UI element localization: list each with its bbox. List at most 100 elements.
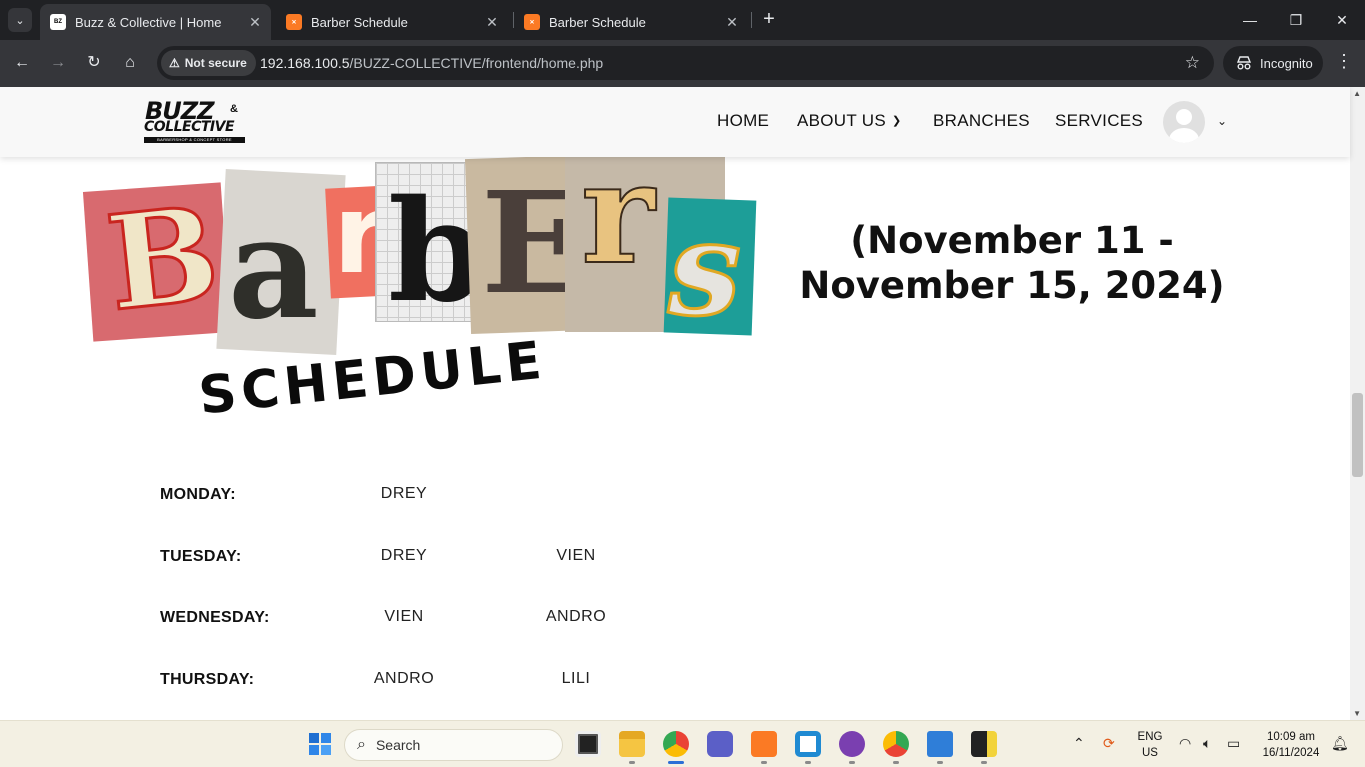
chrome-profile-icon[interactable] xyxy=(883,731,909,757)
url-text[interactable]: 192.168.100.5/BUZZ-COLLECTIVE/frontend/h… xyxy=(260,55,603,71)
url-path: /BUZZ-COLLECTIVE/frontend/home.php xyxy=(349,55,604,71)
user-avatar[interactable] xyxy=(1163,101,1205,143)
avatar-body xyxy=(1169,128,1199,143)
address-bar[interactable]: ⚠ Not secure 192.168.100.5/BUZZ-COLLECTI… xyxy=(157,46,1214,80)
schedule-row-monday: MONDAY: DREY xyxy=(0,485,800,515)
forward-arrow-icon[interactable]: → xyxy=(46,51,70,75)
nav-home[interactable]: HOME xyxy=(717,111,769,131)
barber-name: VIEN xyxy=(556,547,596,564)
security-label: Not secure xyxy=(184,56,247,70)
reload-icon[interactable]: ↻ xyxy=(82,51,106,75)
incognito-icon xyxy=(1236,56,1252,70)
clock-date: 16/11/2024 xyxy=(1262,747,1320,759)
taskbar-search[interactable]: ⌕ Search xyxy=(344,729,563,761)
barber-name: DREY xyxy=(380,485,428,502)
running-indicator xyxy=(937,761,943,764)
nav-about-us[interactable]: ABOUT US ❯ xyxy=(797,111,902,131)
sync-icon[interactable]: ⟳ xyxy=(1103,735,1115,752)
page-viewport: BUZZ & COLLECTIVE BARBERSHOP & CONCEPT S… xyxy=(0,87,1365,720)
more-menu-icon[interactable]: ⋮ xyxy=(1334,51,1354,72)
restore-icon[interactable]: ❐ xyxy=(1284,8,1308,32)
github-desktop-icon[interactable] xyxy=(839,731,865,757)
language-indicator[interactable]: ENG US xyxy=(1135,729,1165,761)
schedule-row-tuesday: TUESDAY: DREY VIEN xyxy=(0,547,800,577)
logo-amp: & xyxy=(230,103,238,115)
xampp-icon[interactable] xyxy=(751,731,777,757)
home-icon[interactable]: ⌂ xyxy=(118,51,142,75)
barber-name: DREY xyxy=(380,547,428,564)
collage-letter-b: B xyxy=(99,175,227,342)
clock-time: 10:09 am xyxy=(1267,731,1315,743)
search-icon: ⌕ xyxy=(357,736,366,753)
minimize-icon[interactable]: ― xyxy=(1238,8,1262,32)
url-host: 192.168.100.5 xyxy=(260,55,350,71)
close-icon[interactable]: ✕ xyxy=(482,14,502,31)
file-explorer-icon[interactable] xyxy=(619,731,645,757)
chrome-icon[interactable] xyxy=(663,731,689,757)
page-scrollbar[interactable]: ▲ ▼ xyxy=(1350,87,1365,720)
chevron-down-icon: ❯ xyxy=(892,115,902,127)
chevron-down-icon[interactable]: ⌄ xyxy=(1217,114,1227,128)
barber-name: VIEN xyxy=(384,608,424,625)
schedule-date-range: (November 11 - November 15, 2024) xyxy=(782,218,1242,308)
language-line2: US xyxy=(1142,747,1158,759)
clock[interactable]: 10:09 am 16/11/2024 xyxy=(1255,729,1327,761)
date-range-line2: November 15, 2024) xyxy=(799,264,1225,307)
scroll-down-arrow-icon[interactable]: ▼ xyxy=(1353,709,1361,718)
incognito-badge[interactable]: Incognito xyxy=(1223,46,1323,80)
language-line1: ENG xyxy=(1137,731,1163,743)
battery-icon[interactable]: ▭ xyxy=(1227,735,1240,752)
avatar-head xyxy=(1176,109,1192,125)
nav-branches[interactable]: BRANCHES xyxy=(933,111,1030,131)
nav-services[interactable]: SERVICES xyxy=(1055,111,1143,131)
barber-name: ANDRO xyxy=(545,608,607,625)
search-placeholder: Search xyxy=(375,737,421,753)
close-icon[interactable]: ✕ xyxy=(722,14,742,31)
tab-title: Barber Schedule xyxy=(311,14,408,30)
tab-buzz-home[interactable]: BZ Buzz & Collective | Home ✕ xyxy=(40,4,271,40)
running-indicator xyxy=(849,761,855,764)
barbers-schedule-collage: B a r b E r s SCHEDULE xyxy=(82,131,758,427)
tab-barber-schedule-2[interactable]: ✕ Barber Schedule ✕ xyxy=(514,4,748,40)
day-label: WEDNESDAY: xyxy=(160,609,270,626)
buzz-collective-logo[interactable]: BUZZ & COLLECTIVE BARBERSHOP & CONCEPT S… xyxy=(144,97,248,145)
back-arrow-icon[interactable]: ← xyxy=(10,51,34,75)
tab-divider xyxy=(751,12,752,28)
nav-about-label: ABOUT US xyxy=(797,111,886,130)
day-label: MONDAY: xyxy=(160,486,236,503)
barber-name: LILI xyxy=(561,670,591,687)
chevron-up-icon[interactable]: ⌃ xyxy=(1073,735,1085,752)
windows-taskbar: ⌕ Search ⌃ ⟳ ENG US ◠ 🔈︎ ▭ 10:09 am 16/1… xyxy=(0,720,1365,767)
schedule-row-wednesday: WEDNESDAY: VIEN ANDRO xyxy=(0,608,800,638)
scrollbar-thumb[interactable] xyxy=(1352,393,1363,477)
close-icon[interactable]: ✕ xyxy=(245,14,265,31)
window-close-icon[interactable]: ✕ xyxy=(1330,8,1354,32)
windows-start-icon[interactable] xyxy=(307,731,333,757)
browser-toolbar: ← → ↻ ⌂ ⚠ Not secure 192.168.100.5/BUZZ-… xyxy=(0,40,1365,87)
wifi-icon[interactable]: ◠ xyxy=(1179,735,1191,752)
volume-icon[interactable]: 🔈︎ xyxy=(1203,735,1211,752)
running-indicator xyxy=(761,761,767,764)
running-indicator xyxy=(629,761,635,764)
notepad-icon[interactable] xyxy=(927,731,953,757)
day-label: THURSDAY: xyxy=(160,671,255,688)
security-chip[interactable]: ⚠ Not secure xyxy=(161,50,256,76)
task-view-icon[interactable] xyxy=(575,731,601,757)
vscode-icon[interactable] xyxy=(795,731,821,757)
day-label: TUESDAY: xyxy=(160,548,242,565)
notification-bell-icon[interactable]: 🔔︎ xyxy=(1331,735,1349,752)
date-range-line1: (November 11 - xyxy=(850,219,1174,262)
warning-icon: ⚠ xyxy=(169,56,180,70)
logo-line2: COLLECTIVE xyxy=(144,119,235,135)
tab-search-button[interactable]: ⌄ xyxy=(8,8,32,32)
teams-icon[interactable] xyxy=(707,731,733,757)
scroll-up-arrow-icon[interactable]: ▲ xyxy=(1353,89,1361,98)
new-tab-button[interactable]: + xyxy=(758,8,780,32)
collage-letter-s: s xyxy=(666,191,742,347)
sticky-notes-icon[interactable] xyxy=(971,731,997,757)
barber-name: ANDRO xyxy=(373,670,435,687)
tab-barber-schedule-1[interactable]: ✕ Barber Schedule ✕ xyxy=(276,4,508,40)
site-header: BUZZ & COLLECTIVE BARBERSHOP & CONCEPT S… xyxy=(0,87,1350,157)
bookmark-star-icon[interactable]: ☆ xyxy=(1185,53,1200,73)
tab-title: Barber Schedule xyxy=(549,14,646,30)
